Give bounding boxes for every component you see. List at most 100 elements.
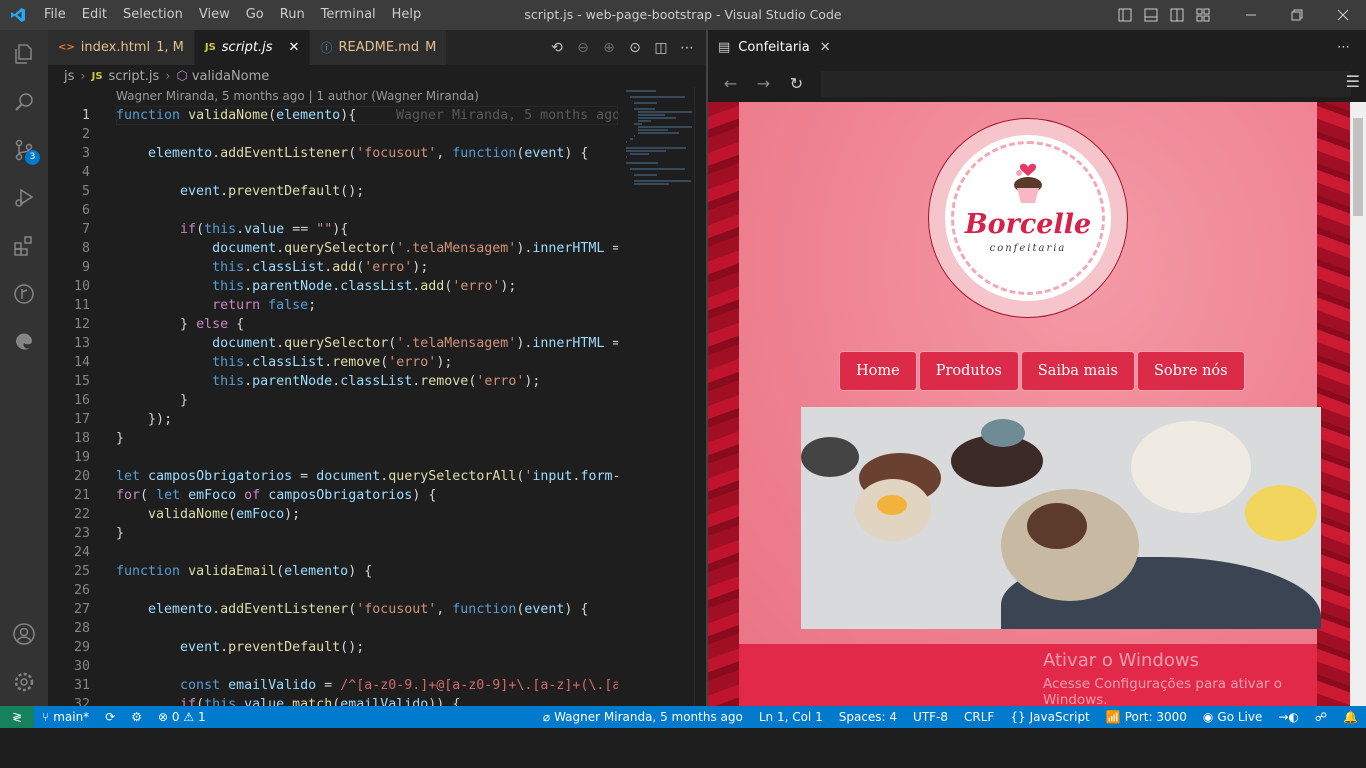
vscode-logo-icon[interactable] bbox=[0, 0, 36, 30]
code-line[interactable]: 19 bbox=[48, 448, 618, 467]
code-line[interactable]: 30 bbox=[48, 657, 618, 676]
code-line[interactable]: 24 bbox=[48, 543, 618, 562]
menu-item-selection[interactable]: Selection bbox=[115, 0, 191, 30]
code-line[interactable]: 5 event.preventDefault(); bbox=[48, 182, 618, 201]
previous-change-icon[interactable]: ⊖ bbox=[570, 40, 596, 56]
menu-item-terminal[interactable]: Terminal bbox=[313, 0, 384, 30]
code-line[interactable]: 12 } else { bbox=[48, 315, 618, 334]
menu-item-view[interactable]: View bbox=[191, 0, 238, 30]
code-line[interactable]: 26 bbox=[48, 581, 618, 600]
close-window-icon[interactable] bbox=[1320, 0, 1366, 30]
nav-produtos[interactable]: Produtos bbox=[918, 351, 1019, 391]
close-tab-icon[interactable]: ✕ bbox=[820, 40, 831, 55]
sync-icon[interactable]: ⟳ bbox=[97, 710, 123, 724]
code-line[interactable]: 29 event.preventDefault(); bbox=[48, 638, 618, 657]
code-line[interactable]: 14 this.classList.remove('erro'); bbox=[48, 353, 618, 372]
search-icon[interactable] bbox=[0, 78, 48, 126]
notifications-bell-icon[interactable]: 🔔 bbox=[1335, 710, 1366, 724]
nav-saiba-mais[interactable]: Saiba mais bbox=[1020, 351, 1135, 391]
reload-icon[interactable]: ↻ bbox=[780, 74, 813, 93]
copilot-icon[interactable]: →◐ bbox=[1270, 710, 1307, 724]
code-editor[interactable]: 1 function validaNome(elemento){Wagner Mi… bbox=[48, 106, 618, 706]
feedback-icon[interactable]: ☍ bbox=[1307, 710, 1335, 724]
blame-status[interactable]: ⌀ Wagner Miranda, 5 months ago bbox=[535, 710, 751, 724]
tab-readme-md[interactable]: ⓘ README.md M bbox=[310, 30, 448, 65]
toggle-secondary-sidebar-icon[interactable] bbox=[1164, 0, 1190, 30]
code-line[interactable]: 7 if(this.value == ""){ bbox=[48, 220, 618, 239]
split-editor-icon[interactable]: ◫ bbox=[648, 40, 674, 56]
toggle-panel-icon[interactable] bbox=[1138, 0, 1164, 30]
open-changes-icon[interactable]: ⟲ bbox=[544, 40, 570, 56]
cursor-position[interactable]: Ln 1, Col 1 bbox=[751, 710, 831, 724]
customize-layout-icon[interactable] bbox=[1190, 0, 1216, 30]
nav-home[interactable]: Home bbox=[839, 351, 917, 391]
problems-indicator[interactable]: ⊗ 0 ⚠ 1 bbox=[150, 710, 214, 724]
indentation[interactable]: Spaces: 4 bbox=[831, 710, 905, 724]
source-control-icon[interactable]: 3 bbox=[0, 126, 48, 174]
encoding[interactable]: UTF-8 bbox=[905, 710, 956, 724]
code-line[interactable]: 27 elemento.addEventListener('focusout',… bbox=[48, 600, 618, 619]
editor-scrollbar[interactable] bbox=[694, 87, 706, 706]
menu-item-edit[interactable]: Edit bbox=[74, 0, 115, 30]
code-line[interactable]: 8 document.querySelector('.telaMensagem'… bbox=[48, 239, 618, 258]
tab-index-html[interactable]: <> index.html 1, M bbox=[48, 30, 195, 65]
code-line[interactable]: 20 let camposObrigatorios = document.quer… bbox=[48, 467, 618, 486]
toggle-sidebar-icon[interactable] bbox=[1112, 0, 1138, 30]
code-line[interactable]: 15 this.parentNode.classList.remove('err… bbox=[48, 372, 618, 391]
code-line[interactable]: 21 for( let emFoco of camposObrigatorios)… bbox=[48, 486, 618, 505]
breadcrumb-symbol[interactable]: validaNome bbox=[192, 69, 269, 84]
more-actions-icon[interactable]: ⋯ bbox=[1337, 30, 1350, 65]
menu-item-run[interactable]: Run bbox=[272, 0, 313, 30]
code-line[interactable]: 11 return false; bbox=[48, 296, 618, 315]
settings-gear-icon[interactable] bbox=[0, 658, 48, 706]
run-debug-icon[interactable] bbox=[0, 174, 48, 222]
forward-icon[interactable]: → bbox=[747, 74, 780, 93]
code-line[interactable]: 25 function validaEmail(elemento) { bbox=[48, 562, 618, 581]
git-graph-icon[interactable] bbox=[0, 270, 48, 318]
tab-preview[interactable]: ▤ Confeitaria ✕ bbox=[708, 30, 1366, 65]
code-line[interactable]: 23} bbox=[48, 524, 618, 543]
url-input[interactable] bbox=[821, 70, 1351, 97]
toggle-blame-icon[interactable]: ⊙ bbox=[622, 40, 648, 56]
breadcrumb-file[interactable]: script.js bbox=[109, 69, 160, 84]
code-line[interactable]: 1 function validaNome(elemento){Wagner Mi… bbox=[48, 106, 618, 125]
minimap[interactable] bbox=[618, 87, 694, 706]
branch-indicator[interactable]: ⑂ main* bbox=[34, 710, 97, 724]
edge-devtools-icon[interactable] bbox=[0, 318, 48, 366]
close-tab-icon[interactable]: ✕ bbox=[289, 40, 300, 55]
tab-script-js[interactable]: JS script.js ✕ bbox=[194, 30, 311, 65]
preview-scrollbar[interactable] bbox=[1350, 102, 1366, 706]
end-of-line[interactable]: CRLF bbox=[956, 710, 1002, 724]
code-line[interactable]: 6 bbox=[48, 201, 618, 220]
menu-icon[interactable]: ☰ bbox=[1346, 72, 1360, 91]
code-line[interactable]: 2 bbox=[48, 125, 618, 144]
code-line[interactable]: 28 bbox=[48, 619, 618, 638]
extensions-icon[interactable] bbox=[0, 222, 48, 270]
accounts-icon[interactable] bbox=[0, 610, 48, 658]
code-line[interactable]: 17 }); bbox=[48, 410, 618, 429]
code-line[interactable]: 9 this.classList.add('erro'); bbox=[48, 258, 618, 277]
code-line[interactable]: 31 const emailValido = /^[a-z0-9.]+@[a-z… bbox=[48, 676, 618, 695]
code-line[interactable]: 22 validaNome(emFoco); bbox=[48, 505, 618, 524]
git-graph-status-icon[interactable]: ⚙ bbox=[123, 710, 150, 724]
code-line[interactable]: 16 } bbox=[48, 391, 618, 410]
code-line[interactable]: 3 elemento.addEventListener('focusout', … bbox=[48, 144, 618, 163]
live-server-port[interactable]: 📶 Port: 3000 bbox=[1098, 710, 1195, 724]
explorer-icon[interactable] bbox=[0, 30, 48, 78]
language-mode[interactable]: {} JavaScript bbox=[1002, 710, 1097, 724]
remote-indicator-icon[interactable]: ≷ bbox=[0, 706, 34, 728]
code-line[interactable]: 18} bbox=[48, 429, 618, 448]
minimize-icon[interactable] bbox=[1228, 0, 1274, 30]
logo[interactable]: Borcelle confeitaria bbox=[928, 118, 1128, 318]
go-live-button[interactable]: ◉ Go Live bbox=[1195, 710, 1270, 724]
nav-sobre-nos[interactable]: Sobre nós bbox=[1137, 351, 1245, 391]
menu-item-file[interactable]: File bbox=[36, 0, 74, 30]
menu-item-help[interactable]: Help bbox=[384, 0, 430, 30]
menu-item-go[interactable]: Go bbox=[238, 0, 272, 30]
breadcrumb-folder[interactable]: js bbox=[64, 69, 74, 84]
back-icon[interactable]: ← bbox=[714, 74, 747, 93]
code-line[interactable]: 32 if(this.value.match(emailValido)) { bbox=[48, 695, 618, 706]
next-change-icon[interactable]: ⊕ bbox=[596, 40, 622, 56]
blame-codelens[interactable]: Wagner Miranda, 5 months ago | 1 author … bbox=[116, 87, 479, 106]
code-line[interactable]: 4 bbox=[48, 163, 618, 182]
